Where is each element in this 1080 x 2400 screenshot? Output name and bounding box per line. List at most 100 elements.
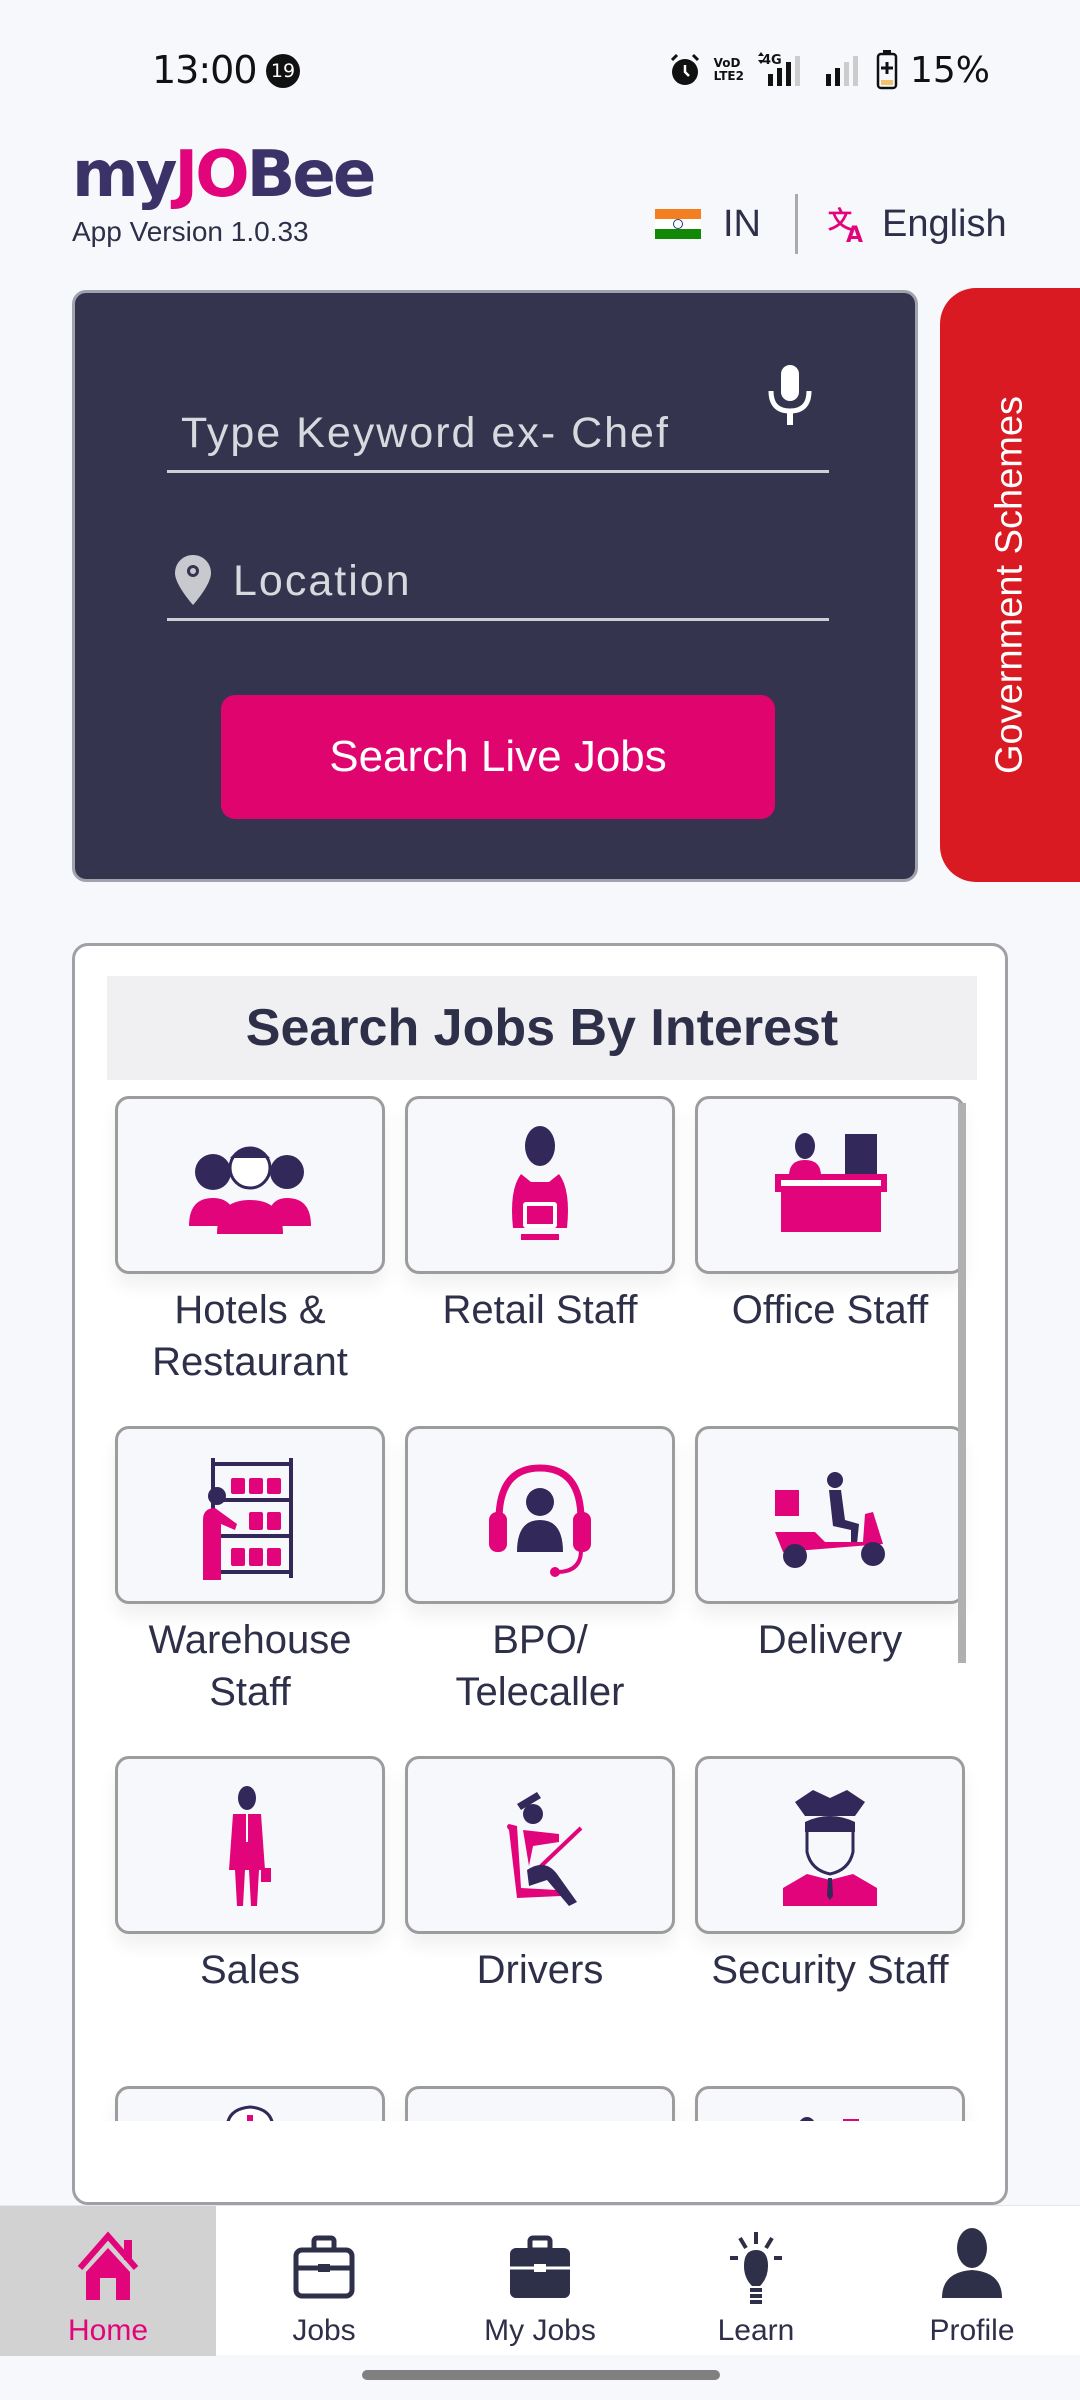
location-input[interactable] [233, 557, 793, 606]
interest-tile[interactable]: Security Staff [695, 1756, 965, 1996]
interest-tile-image[interactable] [115, 1426, 385, 1604]
interest-tile-label: Office Staff [731, 1288, 929, 1332]
interest-tile-label: Retail Staff [442, 1288, 638, 1332]
interest-tile-image[interactable] [115, 1096, 385, 1274]
search-live-jobs-button[interactable]: Search Live Jobs [221, 695, 775, 819]
interest-tile-label: Warehouse Staff [148, 1618, 352, 1714]
interest-section-title: Search Jobs By Interest [107, 976, 977, 1080]
interest-tile-image[interactable] [405, 1426, 675, 1604]
signal-4g-icon: 4G [757, 52, 800, 86]
bottom-navigation: Home Jobs My Jobs Learn Profile [0, 2205, 1080, 2356]
interest-tile-image[interactable] [115, 2086, 385, 2121]
location-pin-icon [175, 555, 211, 605]
nav-label: Home [67, 2314, 149, 2347]
battery-charging-icon [876, 50, 898, 90]
interest-tile[interactable] [405, 2086, 675, 2121]
interest-tile-image[interactable] [115, 1756, 385, 1934]
battery-percent: 15% [909, 49, 990, 91]
interest-tile-image[interactable] [405, 2086, 675, 2121]
driver-icon [507, 1792, 583, 1906]
interest-tile[interactable]: Hotels & Restaurant [115, 1096, 385, 1388]
technician-icon [465, 2089, 615, 2121]
status-time: 13:00 [152, 48, 258, 92]
machine-operator-icon [800, 2117, 859, 2121]
interest-tile-image[interactable] [405, 1096, 675, 1274]
india-flag-icon[interactable] [655, 209, 701, 239]
logo-part-jo: JO [174, 138, 249, 212]
myjobee-logo: myJOBee [72, 138, 377, 212]
interest-tile-image[interactable] [695, 2086, 965, 2121]
interest-tile-label: Hotels & Restaurant [152, 1288, 348, 1384]
interest-tile-label: Security Staff [711, 1948, 949, 1992]
locale-bar: IN 文 A English [655, 194, 1007, 254]
interest-tile[interactable]: Warehouse Staff [115, 1426, 385, 1718]
nav-label: Profile [929, 2314, 1015, 2347]
nurse-icon [226, 2105, 274, 2121]
office-staff-icon [775, 1133, 887, 1232]
grid-scrollbar[interactable] [958, 1103, 966, 1663]
interest-tile[interactable]: Drivers [405, 1756, 675, 1996]
briefcase-outline-icon [293, 2235, 355, 2299]
headset-icon [489, 1464, 591, 1577]
status-bar: 13:00 19 VoD LTE2 4G 15% [0, 0, 1080, 140]
interest-tile[interactable]: BPO/ Telecaller [405, 1426, 675, 1718]
delivery-scooter-icon [775, 1472, 885, 1568]
interest-tile-label: Sales [199, 1948, 301, 1992]
warehouse-icon [203, 1458, 293, 1580]
interest-tile[interactable]: Retail Staff [405, 1096, 675, 1336]
svg-text:A: A [846, 223, 863, 244]
nav-label: My Jobs [484, 2314, 596, 2347]
location-field [167, 541, 829, 621]
language-selector[interactable]: English [882, 203, 1007, 246]
interest-tile[interactable]: Sales [115, 1756, 385, 1996]
interest-tile-label: BPO/ Telecaller [455, 1618, 625, 1714]
volte-icon: VoD LTE2 [714, 57, 744, 83]
svg-text:4G: 4G [762, 53, 782, 68]
keyword-input[interactable] [181, 409, 741, 458]
home-gesture-indicator[interactable] [362, 2370, 720, 2380]
retail-staff-icon [512, 1126, 568, 1240]
person-icon [942, 2228, 1002, 2298]
signal-icon [825, 56, 858, 86]
interest-grid[interactable]: Hotels & Restaurant Retail Staff Office … [75, 1096, 1005, 2121]
notification-count-badge: 19 [266, 54, 300, 88]
translate-icon[interactable]: 文 A [828, 204, 868, 244]
volte-label-bottom: LTE2 [713, 69, 744, 83]
nav-jobs[interactable]: Jobs [216, 2206, 432, 2356]
government-schemes-label: Government Schemes [988, 395, 1031, 775]
nav-home[interactable]: Home [0, 2206, 216, 2356]
hotel-staff-icon [189, 1146, 311, 1234]
nav-my-jobs[interactable]: My Jobs [432, 2206, 648, 2356]
interest-tile-image[interactable] [695, 1096, 965, 1274]
interest-tile[interactable]: Delivery [695, 1426, 965, 1666]
app-version: App Version 1.0.33 [72, 216, 309, 247]
jobs-by-interest-card: Search Jobs By Interest Hotels & Restaur… [72, 943, 1008, 2205]
salesman-icon [229, 1786, 271, 1906]
nav-label: Learn [717, 2314, 795, 2347]
logo-part-bee: Bee [246, 138, 377, 212]
interest-tile-image[interactable] [405, 1756, 675, 1934]
job-search-card: Search Live Jobs [72, 290, 918, 882]
keyword-field [167, 365, 829, 473]
country-selector[interactable]: IN [723, 203, 761, 246]
alarm-icon [670, 53, 699, 85]
government-schemes-tab[interactable]: Government Schemes [940, 288, 1080, 882]
briefcase-filled-icon [510, 2235, 570, 2298]
interest-tile-image[interactable] [695, 1756, 965, 1934]
nav-profile[interactable]: Profile [864, 2206, 1080, 2356]
lightbulb-icon [730, 2232, 782, 2304]
divider [795, 194, 798, 254]
interest-tile[interactable]: Office Staff [695, 1096, 965, 1336]
status-icons: VoD LTE2 4G 15% [668, 49, 990, 91]
home-icon [77, 2231, 139, 2300]
interest-tile-label: Drivers [476, 1948, 604, 1992]
nav-learn[interactable]: Learn [648, 2206, 864, 2356]
logo-part-my: my [72, 138, 177, 212]
interest-tile-image[interactable] [695, 1426, 965, 1604]
microphone-icon[interactable] [765, 365, 815, 427]
interest-tile-label: Delivery [757, 1618, 903, 1662]
interest-tile[interactable] [695, 2086, 965, 2121]
security-guard-icon [783, 1790, 877, 1906]
nav-label: Jobs [292, 2314, 356, 2347]
interest-tile[interactable] [115, 2086, 385, 2121]
